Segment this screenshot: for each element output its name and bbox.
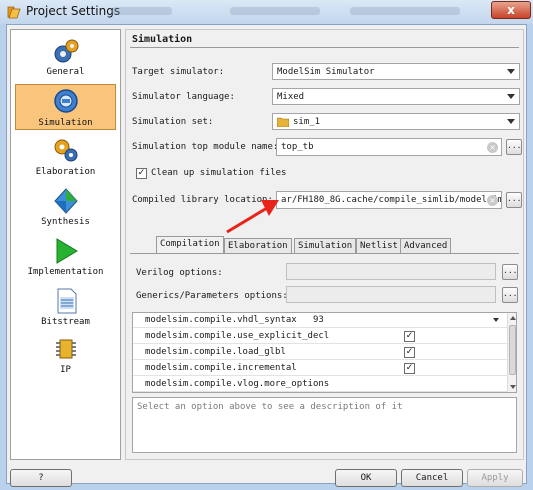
title-bar: Project Settings x [0,0,533,24]
description-text: Select an option above to see a descript… [137,402,403,412]
property-checkbox[interactable]: ✓ [404,363,415,374]
general-icon [54,39,78,63]
simulation-set-select[interactable]: sim_1 [272,113,520,130]
target-simulator-label: Target simulator: [132,67,225,77]
table-row[interactable]: modelsim.compile.vhdl_syntax 93 [133,313,507,328]
target-simulator-select[interactable]: ModelSim Simulator [272,63,520,80]
nav-item-ip[interactable]: IP [15,332,116,378]
property-checkbox[interactable]: ✓ [404,347,415,358]
simulator-language-value: Mixed [277,92,305,102]
table-row[interactable]: modelsim.compile.load_glbl ✓ [133,345,507,360]
simulator-language-select[interactable]: Mixed [272,88,520,105]
verilog-options-input[interactable] [286,263,496,280]
top-module-input[interactable]: top_tb × [276,138,502,156]
settings-nav: General Simulation Elaboration Synthesis… [10,29,121,460]
top-module-value: top_tb [281,142,314,152]
checkmark-icon: ✓ [405,331,414,341]
tab-compilation[interactable]: Compilation [156,236,224,254]
nav-item-synthesis[interactable]: Synthesis [15,184,116,230]
nav-label-synthesis: Synthesis [41,217,90,227]
clear-icon[interactable]: × [487,195,498,206]
nav-label-implementation: Implementation [27,267,104,277]
section-divider [130,47,519,48]
help-icon: ? [38,473,44,483]
chevron-down-icon [507,119,515,124]
chevron-down-icon [507,69,515,74]
nav-label-bitstream: Bitstream [41,317,90,327]
generics-label: Generics/Parameters options: [136,291,288,301]
ok-button[interactable]: OK [335,469,397,487]
simulation-magnifier-icon [53,89,78,113]
blurred-tab [350,7,460,15]
blurred-tab [112,7,172,15]
close-icon: x [507,3,515,17]
apply-button[interactable]: Apply [467,469,523,487]
compiled-lib-input[interactable]: ar/FH180_8G.cache/compile_simlib/modelsi… [276,191,502,209]
scroll-up-icon[interactable] [510,316,516,320]
scroll-thumb[interactable] [509,325,516,375]
description-box: Select an option above to see a descript… [132,397,517,453]
chevron-down-icon[interactable] [493,318,499,322]
synthesis-diamond-icon [53,188,78,214]
project-settings-icon [7,6,21,19]
generics-input[interactable] [286,286,496,303]
property-checkbox[interactable]: ✓ [404,331,415,342]
simulation-set-label: Simulation set: [132,117,214,127]
nav-item-general[interactable]: General [15,34,116,80]
ip-chip-icon [55,339,76,359]
checkmark-icon: ✓ [137,168,146,178]
verilog-options-browse-button[interactable]: ... [502,264,518,280]
implementation-play-icon [56,238,78,264]
window-title: Project Settings [26,4,121,18]
nav-label-simulation: Simulation [38,118,93,128]
annotation-arrow-icon [226,200,279,234]
nav-label-elaboration: Elaboration [35,167,96,177]
tab-divider [130,253,519,254]
elaboration-gears-icon [54,139,77,162]
target-simulator-value: ModelSim Simulator [277,67,375,77]
blurred-tab [230,7,320,15]
tab-netlist[interactable]: Netlist [356,238,402,254]
table-row[interactable]: modelsim.compile.incremental ✓ [133,361,507,376]
compiled-lib-browse-button[interactable]: ... [506,192,522,208]
checkmark-icon: ✓ [405,363,414,373]
verilog-options-label: Verilog options: [136,268,223,278]
cleanup-label: Clean up simulation files [151,168,287,178]
dialog-body: General Simulation Elaboration Synthesis… [6,24,527,487]
table-row[interactable]: modelsim.compile.vlog.more_options [133,377,507,392]
cleanup-checkbox[interactable]: ✓ [136,168,147,179]
tab-advanced[interactable]: Advanced [400,238,452,254]
nav-item-implementation[interactable]: Implementation [15,234,116,280]
compiled-lib-value: ar/FH180_8G.cache/compile_simlib/modelsi… [281,195,502,205]
chevron-down-icon [507,94,515,99]
clear-icon[interactable]: × [487,142,498,153]
top-module-label: Simulation top module name: [132,142,279,152]
section-title: Simulation [132,34,193,45]
nav-item-simulation[interactable]: Simulation [15,84,116,130]
nav-label-general: General [46,67,85,77]
cancel-button[interactable]: Cancel [401,469,463,487]
close-button[interactable]: x [491,1,531,19]
nav-label-ip: IP [60,365,71,375]
scroll-down-icon[interactable] [510,385,516,389]
simulation-settings-pane: Simulation Target simulator: ModelSim Si… [125,29,524,460]
table-scrollbar[interactable] [507,313,516,392]
tab-elaboration[interactable]: Elaboration [224,238,292,254]
property-table: modelsim.compile.vhdl_syntax 93 modelsim… [132,312,517,393]
tab-simulation[interactable]: Simulation [294,238,357,254]
checkmark-icon: ✓ [405,347,414,357]
table-row[interactable]: modelsim.compile.use_explicit_decl ✓ [133,329,507,344]
bitstream-file-icon [57,288,76,314]
top-module-browse-button[interactable]: ... [506,139,522,155]
help-button[interactable]: ? [10,469,72,487]
nav-item-elaboration[interactable]: Elaboration [15,134,116,180]
generics-browse-button[interactable]: ... [502,287,518,303]
nav-item-bitstream[interactable]: Bitstream [15,284,116,330]
simulation-set-value: sim_1 [293,117,321,127]
simulator-language-label: Simulator language: [132,92,235,102]
folder-icon [277,117,289,127]
